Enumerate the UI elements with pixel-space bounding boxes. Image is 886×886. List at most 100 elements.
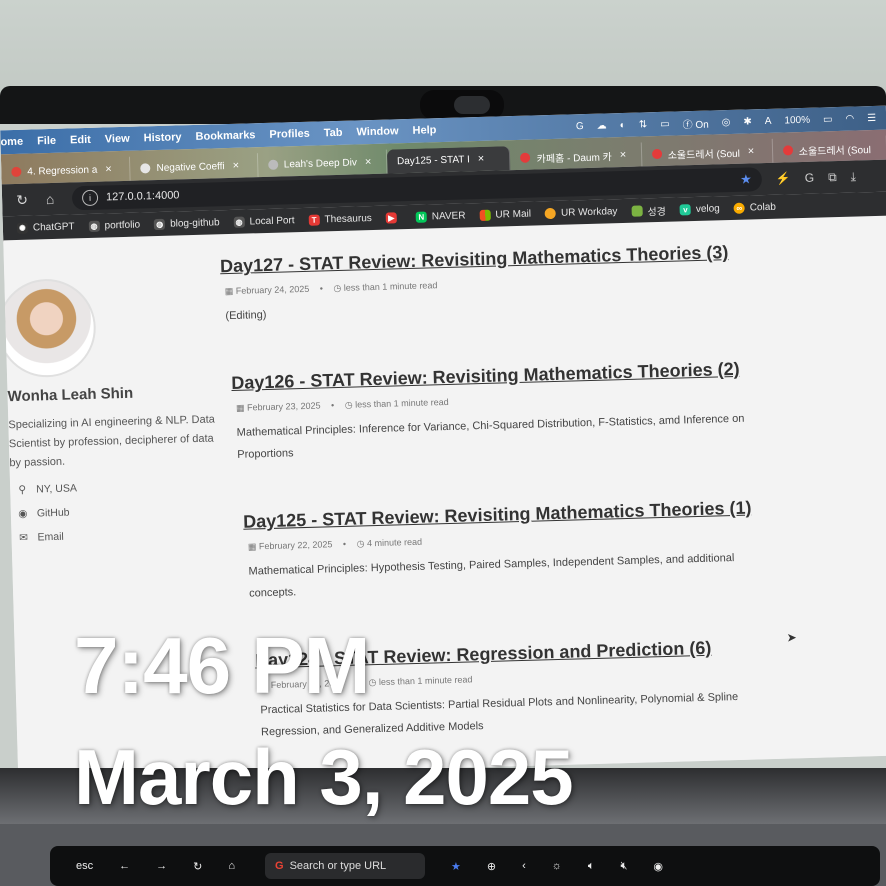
touchbar-search[interactable]: G Search or type URL [265,853,425,879]
menu-file[interactable]: File [37,135,56,148]
bookmark-star-icon[interactable]: ★ [740,171,752,187]
bookmark-naver[interactable]: N NAVER [415,209,466,223]
tab-souldresser-2[interactable]: 소울드레서 (Soul [772,135,886,163]
download-icon[interactable]: ⤓ [850,169,856,184]
list-item: Day126 - STAT Review: Revisiting Mathema… [231,356,755,466]
bookmark-ur-workday[interactable]: UR Workday [544,206,618,219]
menu-bookmarks[interactable]: Bookmarks [195,129,255,143]
airdrop-icon[interactable]: ◎ [722,116,731,127]
post-title-link[interactable]: Day127 - STAT Review: Revisiting Mathema… [220,239,750,278]
wifi-icon[interactable]: ◠ [845,113,854,124]
home-icon[interactable]: ⌂ [42,191,58,207]
close-icon[interactable]: × [478,153,485,165]
menu-history[interactable]: History [144,131,182,144]
tab-label: 카페홈 - Daum 카 [536,151,612,165]
battery-percent[interactable]: 100% [784,114,810,126]
cloud-icon[interactable]: ☁ [597,120,607,131]
network-icon[interactable]: ⇅ [639,119,648,130]
menu-help[interactable]: Help [412,124,436,137]
bookmark-label: NAVER [431,209,466,222]
record-icon[interactable]: ◐ [620,119,626,130]
post-excerpt: Mathematical Principles: Hypothesis Test… [248,552,735,600]
bookmark-star-icon[interactable]: ★ [451,860,461,873]
menu-tab[interactable]: Tab [324,127,343,140]
bookmark-chatgpt[interactable]: ✺ ChatGPT [16,220,75,234]
grammarly-extension-icon[interactable]: G [805,171,815,185]
close-icon[interactable]: × [748,145,755,157]
bookmark-thesaurus[interactable]: T Thesaurus [308,213,372,226]
grammarly-icon[interactable]: G [576,121,584,132]
bluetooth-icon[interactable]: ✱ [743,116,752,127]
chevron-left-icon[interactable]: ‹ [522,860,526,872]
map-pin-icon: ⚲ [18,483,27,496]
display-icon[interactable]: ▭ [660,118,670,129]
extensions-puzzle-icon[interactable]: ⧉ [828,170,837,185]
tab-favicon-icon [140,163,151,174]
reload-icon[interactable]: ↻ [14,191,30,208]
control-center-icon[interactable]: ☰ [867,112,876,123]
globe-icon: ◍ [88,220,100,232]
tab-day125-active[interactable]: Day125 - STAT I × [386,146,511,174]
siri-icon[interactable]: ◉ [653,860,663,873]
bookmark-ur-mail[interactable]: UR Mail [479,208,531,221]
clock-icon: ◷ [344,399,353,410]
post-date: February 23, 2025 [246,400,321,413]
menu-window[interactable]: Window [356,125,398,138]
bookmark-label: ChatGPT [32,220,75,233]
tab-souldresser-1[interactable]: 소울드레서 (Soul × [641,138,774,167]
post-title-link[interactable]: Day125 - STAT Review: Revisiting Mathema… [243,495,757,533]
thesaurus-icon: T [308,213,320,226]
forward-arrow-icon[interactable]: → [156,860,167,872]
tab-favicon-icon [267,159,278,170]
chatgpt-icon: ✺ [16,222,29,234]
bookmark-bible[interactable]: 성경 [631,202,666,218]
focus-icon[interactable]: ⓕ On [682,115,708,131]
bookmark-blog-github[interactable]: ◍ blog-github [153,217,220,230]
close-icon[interactable]: × [365,156,372,168]
close-icon[interactable]: × [105,163,112,175]
author-location: ⚲ NY, USA [16,482,77,496]
home-icon[interactable]: ⌂ [228,860,235,872]
list-item: Day127 - STAT Review: Revisiting Mathema… [220,239,752,327]
menu-app[interactable]: ome [0,136,23,149]
site-info-icon[interactable]: i [81,189,99,207]
mute-icon[interactable]: 🔇︎ [620,860,627,873]
google-icon: G [275,860,284,872]
bookmark-colab[interactable]: ∞ Colab [733,201,776,214]
back-arrow-icon[interactable]: ← [119,860,130,872]
menu-profiles[interactable]: Profiles [269,128,310,141]
new-tab-icon[interactable]: ⊕ [487,860,496,873]
close-icon[interactable]: × [233,160,240,172]
brightness-icon[interactable]: ☼ [552,860,562,872]
tab-regression[interactable]: 4. Regression a × [1,156,131,185]
esc-key[interactable]: esc [76,860,93,872]
background-wall [0,0,886,100]
github-icon: ◉ [18,507,28,521]
post-title-link[interactable]: Day126 - STAT Review: Revisiting Mathema… [231,356,753,395]
bookmark-portfolio[interactable]: ◍ portfolio [88,219,140,232]
url-text: 127.0.0.1:4000 [105,189,180,204]
menu-edit[interactable]: Edit [70,134,91,147]
close-icon[interactable]: × [620,149,627,161]
tab-leahs-deep-dive[interactable]: Leah's Deep Div × [257,149,388,178]
input-source-icon[interactable]: A [765,115,772,126]
bookmark-local-port[interactable]: ◍ Local Port [233,215,295,228]
email-link[interactable]: ✉ Email [17,531,64,544]
bookmark-velog[interactable]: v velog [679,203,720,215]
author-profile: Wonha Leah Shin Specializing in AI engin… [0,274,215,544]
extension-icon[interactable]: ⚡ [776,171,791,185]
tab-negative-coeff[interactable]: Negative Coeffi × [130,153,259,181]
overlay-time: 7:46 PM [74,621,370,710]
tab-label: Negative Coeffi [156,160,225,174]
clock-icon: ◷ [356,538,365,549]
read-time: less than 1 minute read [378,674,473,688]
reload-icon[interactable]: ↻ [193,860,202,873]
menu-view[interactable]: View [105,133,130,146]
globe-icon: ◍ [233,216,245,228]
tab-label: 소울드레서 (Soul [798,144,872,158]
bookmark-youtube[interactable]: ▶ [385,211,402,224]
volume-icon[interactable]: 🔈︎ [588,860,595,873]
github-link[interactable]: ◉ GitHub [17,507,70,520]
tab-daum-cafe[interactable]: 카페홈 - Daum 카 × [510,142,643,171]
read-time: 4 minute read [366,536,423,549]
